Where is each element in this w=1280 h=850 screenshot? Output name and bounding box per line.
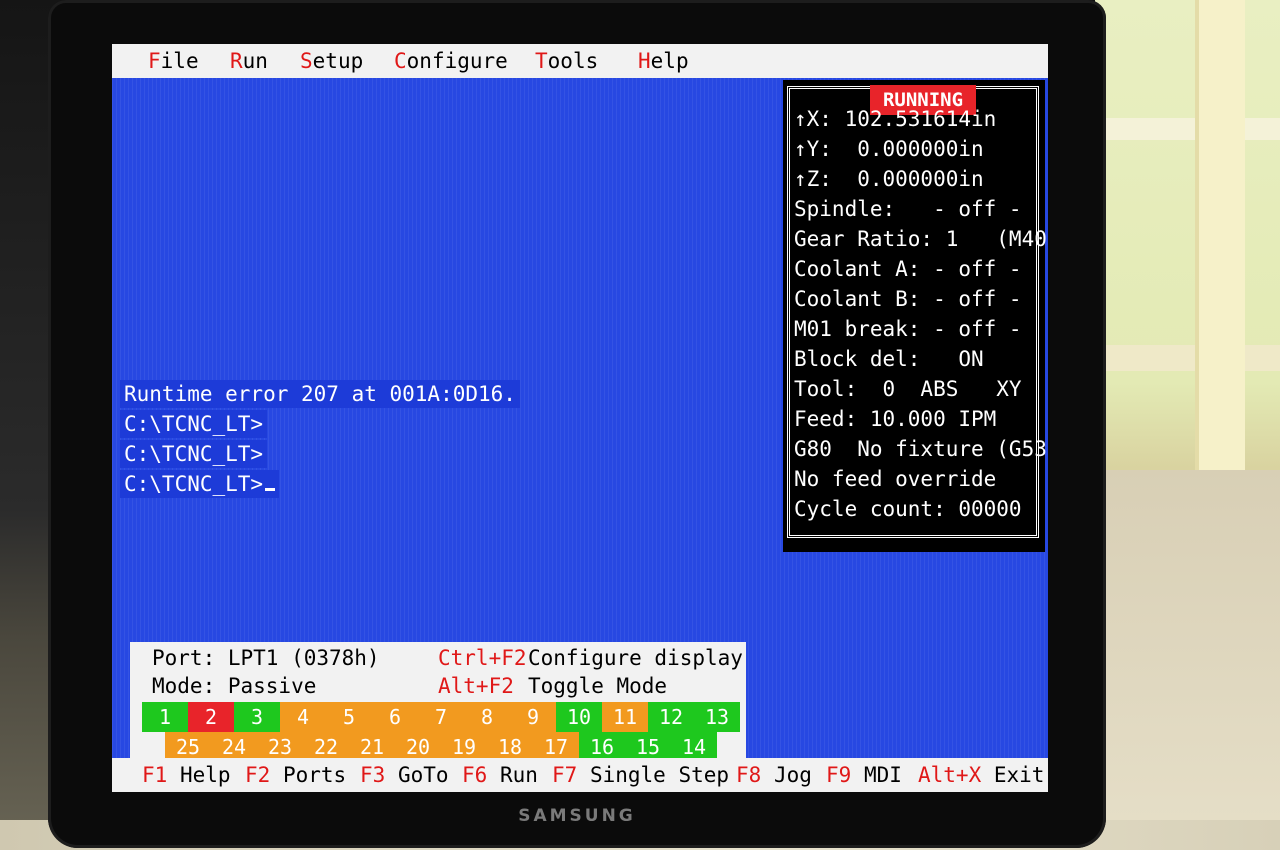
status-coolant-a: Coolant A: - off - [794,257,1022,281]
status-spindle: Spindle: - off - [794,197,1022,221]
desk [1095,470,1280,850]
runtime-error-line: Runtime error 207 at 001A:0D16. [120,380,520,408]
dos-screen: File Run Setup Configure Tools Help Runt… [112,44,1048,792]
pin-indicator-10: 10 [556,702,602,732]
alt-f2-key[interactable]: Alt+F2 [438,672,514,700]
monitor-brand: SAMSUNG [518,806,636,826]
status-tool: Tool: 0 ABS XY [794,377,1022,401]
pin-indicator-1: 1 [142,702,188,732]
pin-indicator-12: 12 [648,702,694,732]
shelf [1095,118,1280,140]
menu-bar: File Run Setup Configure Tools Help [112,44,1048,78]
configure-display-label[interactable]: Configure display [528,644,743,672]
prompt-line: C:\TCNC_LT> [120,410,268,438]
pin-indicator-7: 7 [418,702,464,732]
menu-setup[interactable]: Setup [300,49,363,73]
port-label: Port: LPT1 (0378h) [152,646,380,670]
status-coolant-b: Coolant B: - off - [794,287,1022,311]
f8-jog-key[interactable]: F8 Jog [736,761,812,789]
menu-tools[interactable]: Tools [535,49,598,73]
prompt-line: C:\TCNC_LT> [120,440,268,468]
status-feed-override: No feed override [794,467,997,491]
status-cycle-count: Cycle count: 00000 [794,497,1022,521]
text-cursor [265,488,276,491]
function-key-bar: F1 Help F2 Ports F3 GoTo F6 Run F7 Singl… [112,758,1048,792]
ctrl-f2-key[interactable]: Ctrl+F2 [438,644,527,672]
status-z-position: ↑Z: 0.000000in [794,167,984,191]
status-gear-ratio: Gear Ratio: 1 (M40) [794,227,1048,251]
status-block-del: Block del: ON [794,347,984,371]
status-m01-break: M01 break: - off - [794,317,1022,341]
menu-file[interactable]: File [148,49,199,73]
pin-indicator-8: 8 [464,702,510,732]
pin-indicator-13: 13 [694,702,740,732]
menu-help[interactable]: Help [638,49,689,73]
pin-indicator-2: 2 [188,702,234,732]
status-feed: Feed: 10.000 IPM [794,407,997,431]
mode-label: Mode: Passive [152,674,317,698]
menu-configure[interactable]: Configure [394,49,508,73]
pin-indicator-6: 6 [372,702,418,732]
alt-x-exit-key[interactable]: Alt+X Exit [918,761,1044,789]
status-panel: RUNNING ↑X: 102.531614in ↑Y: 0.000000in … [783,80,1048,552]
status-y-position: ↑Y: 0.000000in [794,137,984,161]
pin-indicator-3: 3 [234,702,280,732]
pin-indicator-11: 11 [602,702,648,732]
status-x-position: ↑X: 102.531614in [794,107,997,131]
status-fixture: G80 No fixture (G53) [794,437,1048,461]
f9-mdi-key[interactable]: F9 MDI [826,761,902,789]
f3-goto-key[interactable]: F3 GoTo [360,761,449,789]
background-right [1095,0,1280,850]
status-frame: RUNNING ↑X: 102.531614in ↑Y: 0.000000in … [787,85,1048,538]
f1-help-key[interactable]: F1 Help [142,761,231,789]
toggle-mode-label[interactable]: Toggle Mode [528,672,667,700]
pin-indicator-9: 9 [510,702,556,732]
f2-ports-key[interactable]: F2 Ports [245,761,346,789]
prompt-line: C:\TCNC_LT> [120,470,280,498]
shelf [1095,345,1280,371]
f7-single-step-key[interactable]: F7 Single Step [552,761,729,789]
menu-run[interactable]: Run [230,49,268,73]
f6-run-key[interactable]: F6 Run [462,761,538,789]
pin-indicator-4: 4 [280,702,326,732]
pin-indicator-5: 5 [326,702,372,732]
shelf-post [1195,0,1245,480]
